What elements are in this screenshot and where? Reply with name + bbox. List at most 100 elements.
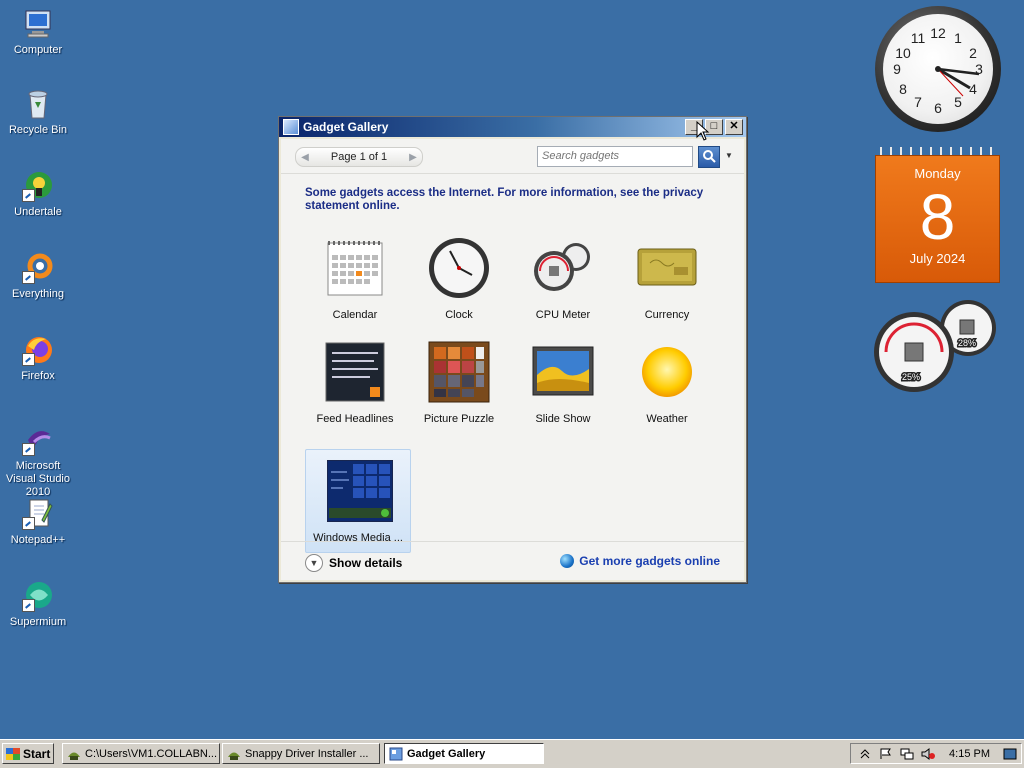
- volume-muted-icon[interactable]: [921, 747, 935, 760]
- start-button[interactable]: Start: [2, 743, 54, 764]
- gadget-gallery-app-icon: [389, 747, 403, 761]
- start-label: Start: [23, 746, 51, 761]
- mouse-cursor-icon: [696, 120, 710, 144]
- notepad-plus-plus-icon: [22, 498, 54, 530]
- clock-number-11: 11: [911, 30, 926, 46]
- gadget-tile-feed-headlines[interactable]: Feed Headlines: [303, 331, 407, 433]
- calendar-weekday: Monday: [914, 166, 961, 181]
- gadget-tile-windows-media-center[interactable]: Windows Media ...: [305, 449, 411, 553]
- desktop-icon-notepad-plus-plus[interactable]: Notepad++: [0, 498, 76, 547]
- picture-puzzle-gadget-icon: [428, 341, 490, 403]
- close-button[interactable]: ✕: [725, 119, 743, 135]
- get-more-gadgets-link[interactable]: Get more gadgets online: [560, 554, 720, 568]
- gadget-name: Picture Puzzle: [423, 413, 495, 425]
- cpu-meter-svg: 25% 28%: [874, 300, 996, 392]
- action-center-flag-icon[interactable]: [879, 748, 893, 760]
- snappy-driver-icon: [67, 747, 81, 761]
- get-more-gadgets-label: Get more gadgets online: [579, 554, 720, 568]
- calendar-gadget[interactable]: Monday 8 July 2024: [875, 147, 1000, 283]
- window-body: ◀ Page 1 of 1 ▶ ▼ Some gadgets access th…: [281, 139, 744, 580]
- clock-number-2: 2: [969, 45, 977, 61]
- taskbar: Start C:\Users\VM1.COLLABN... Snappy Dri…: [0, 739, 1024, 768]
- globe-icon: [560, 554, 575, 568]
- system-tray: 4:15 PM: [850, 743, 1022, 764]
- windows-logo-icon: [6, 747, 20, 760]
- calendar-day-number: 8: [919, 181, 956, 253]
- cpu-usage-label: 25%: [902, 372, 920, 382]
- gadget-tile-weather[interactable]: Weather: [615, 331, 719, 433]
- clock-number-8: 8: [899, 81, 907, 97]
- visual-studio-icon: [22, 424, 54, 456]
- search-box[interactable]: [537, 146, 693, 167]
- shortcut-arrow-icon: [22, 517, 35, 530]
- gadget-name: CPU Meter: [535, 309, 591, 321]
- internet-notice[interactable]: Some gadgets access the Internet. For mo…: [305, 187, 705, 213]
- search-dropdown-button[interactable]: ▼: [725, 151, 733, 160]
- clock-number-12: 12: [930, 25, 946, 41]
- slide-show-gadget-icon: [532, 341, 594, 403]
- computer-icon: [22, 8, 54, 40]
- window-title: Gadget Gallery: [303, 120, 389, 134]
- windows-media-center-gadget-icon: [326, 459, 394, 523]
- taskbar-item-gadget-gallery[interactable]: Gadget Gallery: [384, 743, 544, 764]
- next-page-button[interactable]: ▶: [404, 152, 422, 163]
- clock-number-5: 5: [954, 94, 962, 110]
- show-details-toggle[interactable]: ▼ Show details: [305, 554, 402, 572]
- gadget-gallery-app-icon: [283, 119, 299, 135]
- gadget-tile-picture-puzzle[interactable]: Picture Puzzle: [407, 331, 511, 433]
- gallery-footer: ▼ Show details Get more gadgets online: [281, 541, 744, 580]
- gallery-toolbar: ◀ Page 1 of 1 ▶ ▼: [281, 139, 744, 174]
- clock-number-4: 4: [969, 81, 977, 97]
- taskbar-item-snappy-driver-installer[interactable]: Snappy Driver Installer ...: [222, 743, 380, 764]
- gadget-tile-cpu-meter[interactable]: CPU Meter: [511, 227, 615, 329]
- taskbar-item-label: Gadget Gallery: [407, 747, 486, 760]
- clock-number-7: 7: [914, 94, 922, 110]
- search-button[interactable]: [698, 146, 720, 168]
- network-icon[interactable]: [900, 748, 914, 760]
- clock-center: [935, 66, 941, 72]
- gadget-tile-slide-show[interactable]: Slide Show: [511, 331, 615, 433]
- previous-page-button[interactable]: ◀: [296, 152, 314, 163]
- gadget-name: Clock: [445, 309, 473, 321]
- calendar-body: Monday 8 July 2024: [875, 155, 1000, 283]
- gadget-tile-clock[interactable]: Clock: [407, 227, 511, 329]
- undertale-icon: [22, 170, 54, 202]
- clock-time[interactable]: 4:15 PM: [949, 748, 990, 760]
- taskbar-item-label: Snappy Driver Installer ...: [245, 747, 369, 760]
- supermium-icon: [22, 580, 54, 612]
- gadget-gallery-window[interactable]: Gadget Gallery _ □ ✕ ◀ Page 1 of 1 ▶ ▼ S…: [278, 116, 747, 583]
- weather-gadget-icon: [636, 341, 698, 403]
- desktop-icon-supermium[interactable]: Supermium: [0, 580, 76, 629]
- desktop-icon-undertale[interactable]: Undertale: [0, 170, 76, 219]
- desktop-icon-computer[interactable]: Computer: [0, 8, 76, 57]
- firefox-icon: [22, 334, 54, 366]
- taskbar-item-label: C:\Users\VM1.COLLABN...: [85, 747, 218, 760]
- calendar-month-year: July 2024: [909, 251, 966, 266]
- desktop-icon-visual-studio[interactable]: Microsoft Visual Studio 2010: [0, 424, 76, 499]
- search-icon: [703, 150, 716, 163]
- desktop-icon-firefox[interactable]: Firefox: [0, 334, 76, 383]
- taskbar-item-explorer[interactable]: C:\Users\VM1.COLLABN...: [62, 743, 220, 764]
- shortcut-arrow-icon: [22, 443, 35, 456]
- search-input[interactable]: [538, 147, 692, 164]
- everything-icon: [22, 252, 54, 284]
- cpu-meter-gadget[interactable]: 25% 28%: [872, 298, 1000, 394]
- gadget-name: Weather: [646, 413, 688, 425]
- clock-number-10: 10: [895, 45, 911, 61]
- clock-gadget[interactable]: 12 1 2 3 4 5 6 7 8 9 10 11: [875, 6, 1001, 132]
- recycle-bin-icon: [22, 88, 54, 120]
- clock-number-6: 6: [934, 100, 942, 116]
- gadget-name: Calendar: [332, 309, 378, 321]
- calendar-gadget-icon: [324, 237, 386, 299]
- window-titlebar[interactable]: Gadget Gallery _ □ ✕: [279, 117, 746, 137]
- shortcut-arrow-icon: [22, 271, 35, 284]
- clock-gadget-icon: [428, 237, 490, 299]
- show-hidden-icon[interactable]: [858, 748, 872, 760]
- gadget-tile-calendar[interactable]: Calendar: [303, 227, 407, 329]
- show-desktop-icon[interactable]: [1003, 748, 1017, 760]
- memory-usage-label: 28%: [958, 338, 976, 348]
- gadget-name: Currency: [644, 309, 690, 321]
- desktop-icon-everything[interactable]: Everything: [0, 252, 76, 301]
- gadget-tile-currency[interactable]: Currency: [615, 227, 719, 329]
- desktop-icon-recycle-bin[interactable]: Recycle Bin: [0, 88, 76, 137]
